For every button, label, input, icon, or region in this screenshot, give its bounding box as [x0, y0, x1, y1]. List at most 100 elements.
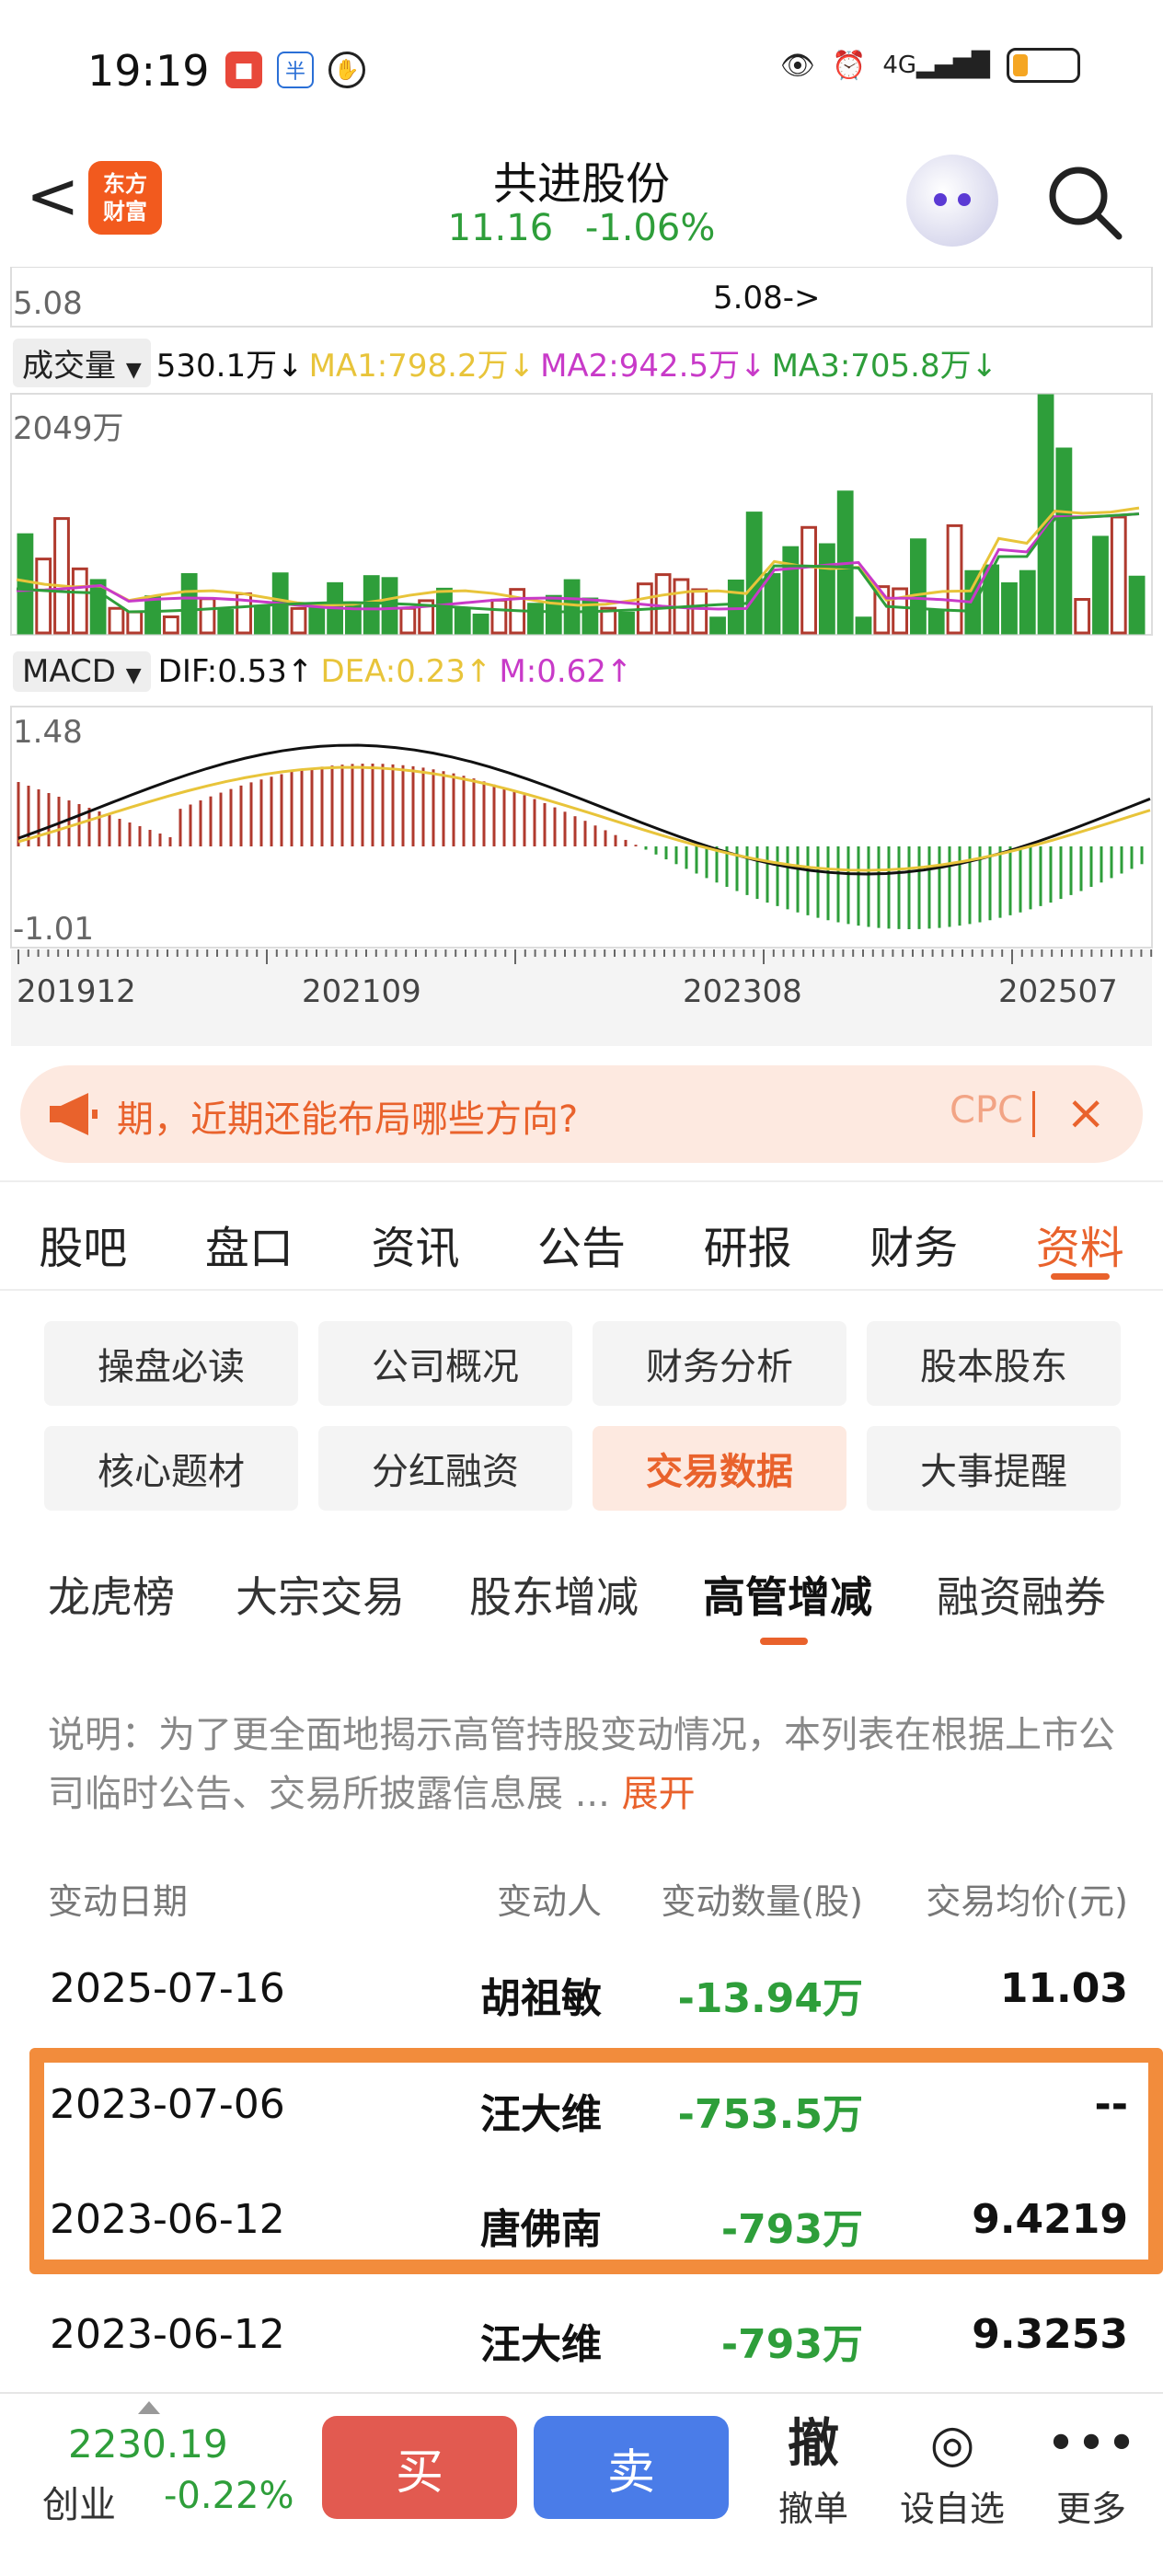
subtab-block-trade[interactable]: 大宗交易: [236, 1564, 405, 1625]
price-value: 11.16: [447, 207, 554, 249]
bottom-bar: 2230.19 创业 -0.22% 买 卖 撤 撤单 ◎ 设自选 ••• 更多: [0, 2392, 1163, 2576]
col-price: 交易均价(元): [926, 1881, 1128, 1922]
section-financial-analysis[interactable]: 财务分析: [593, 1321, 846, 1406]
tab-pankou[interactable]: 盘口: [167, 1182, 333, 1289]
more-icon: •••: [1045, 2414, 1137, 2474]
table-row[interactable]: 2023-06-12 汪大维 -793万 9.3253: [0, 2283, 1163, 2385]
table-header: 变动日期 变动人 变动数量(股) 交易均价(元): [0, 1873, 1163, 1928]
cancel-order-label: 撤单: [777, 2489, 848, 2529]
x-label-1: 201912: [17, 973, 136, 1010]
volume-bar: [53, 517, 70, 635]
volume-bar: [983, 564, 1000, 635]
volume-selector[interactable]: 成交量 ▼: [13, 339, 151, 387]
tab-announcements[interactable]: 公告: [499, 1182, 665, 1289]
main-tabs: 股吧 盘口 资讯 公告 研报 财务 资料: [0, 1180, 1163, 1291]
stock-header: < 东方 财富 共进股份 11.16 -1.06%: [0, 138, 1163, 267]
volume-bar: [654, 573, 672, 635]
app-notification-icon: ■: [225, 52, 262, 88]
assistant-robot-icon[interactable]: [906, 155, 998, 247]
dea-value: DEA:0.23↑: [320, 653, 492, 690]
price-change: -1.06%: [584, 207, 716, 249]
promo-fade-text: CPC: [950, 1089, 1023, 1132]
expand-link[interactable]: 展开: [622, 1773, 696, 1815]
tab-research[interactable]: 研报: [664, 1182, 831, 1289]
section-trading-data[interactable]: 交易数据: [593, 1426, 846, 1511]
volume-bar: [399, 606, 417, 635]
volume-bar: [108, 606, 125, 635]
volume-bar: [199, 597, 216, 635]
volume-bar: [17, 533, 34, 635]
index-value[interactable]: 2230.19: [68, 2421, 228, 2467]
volume-value: 530.1万↓: [155, 348, 304, 385]
section-shareholders[interactable]: 股本股东: [867, 1321, 1121, 1406]
alarm-icon: ⏰: [831, 49, 867, 82]
tab-guba[interactable]: 股吧: [0, 1182, 167, 1289]
volume-bar: [563, 579, 581, 635]
cancel-order-icon: 撤: [788, 2414, 839, 2474]
x-label-4: 202507: [998, 973, 1118, 1010]
section-company-overview[interactable]: 公司概况: [318, 1321, 572, 1406]
gesture-icon: ✋: [328, 52, 365, 88]
table-row[interactable]: 2025-07-16 胡祖敏 -13.94万 11.03: [0, 1938, 1163, 2039]
row-date: 2025-07-16: [50, 1965, 285, 2012]
volume-bar: [800, 525, 817, 635]
subtab-indicator: [760, 1638, 808, 1645]
profile-sections: 操盘必读 公司概况 财务分析 股本股东 核心题材 分红融资 交易数据 大事提醒: [44, 1321, 1121, 1511]
row-qty: -13.94万: [677, 1975, 863, 2022]
section-dividends[interactable]: 分红融资: [318, 1426, 572, 1511]
index-name[interactable]: 创业: [42, 2475, 116, 2528]
volume-bar: [144, 595, 161, 635]
status-notifications: ■ 半 ✋: [225, 52, 365, 88]
col-qty: 变动数量(股): [661, 1881, 863, 1922]
volume-bar: [1019, 569, 1036, 635]
add-watchlist-button[interactable]: ◎ 设自选: [897, 2412, 1008, 2531]
more-button[interactable]: ••• 更多: [1036, 2412, 1146, 2531]
subtab-dragon-tiger[interactable]: 龙虎榜: [48, 1564, 175, 1625]
volume-bar: [618, 611, 635, 635]
add-watchlist-label: 设自选: [899, 2489, 1005, 2529]
row-date: 2023-06-12: [50, 2311, 285, 2358]
sell-button[interactable]: 卖: [534, 2416, 729, 2519]
kline-chart[interactable]: 5.08 5.08-> 成交量 ▼ 530.1万↓ MA1:798.2万↓ MA…: [0, 267, 1163, 1049]
tab-profile[interactable]: 资料: [996, 1182, 1163, 1289]
volume-bar: [162, 615, 179, 635]
volume-bar: [727, 579, 744, 635]
row-price: 11.03: [999, 1965, 1128, 2012]
volume-bar: [1055, 447, 1073, 635]
signal-icon: 4G▂▄▆█: [882, 52, 990, 79]
volume-bar: [290, 606, 307, 635]
subtab-shareholder-change[interactable]: 股东增减: [469, 1564, 639, 1625]
search-icon[interactable]: [1043, 161, 1126, 244]
expand-caret-icon[interactable]: [138, 2401, 160, 2414]
m-value: M:0.62↑: [499, 653, 633, 690]
macd-min-label: -1.01: [13, 911, 94, 948]
eye-icon: 👁: [779, 49, 815, 82]
cancel-order-button[interactable]: 撤 撤单: [758, 2412, 869, 2531]
more-label: 更多: [1055, 2489, 1126, 2529]
tab-finance[interactable]: 财务: [831, 1182, 997, 1289]
volume-bar: [1110, 515, 1127, 635]
promo-banner[interactable]: 期，近期还能布局哪些方向? CPC ×: [20, 1065, 1143, 1163]
volume-bar: [691, 588, 708, 635]
section-core-themes[interactable]: 核心题材: [44, 1426, 298, 1511]
ma3-value: MA3:705.8万↓: [771, 348, 998, 385]
price-marker: 5.08->: [713, 280, 821, 316]
x-label-2: 202109: [302, 973, 421, 1010]
subtab-margin[interactable]: 融资融券: [937, 1564, 1106, 1625]
trading-data-tabs: 龙虎榜 大宗交易 股东增减 高管增减 融资融券: [0, 1555, 1163, 1656]
promo-text: 期，近期还能布局哪些方向?: [117, 1098, 579, 1141]
app-notification-icon-2: 半: [277, 52, 314, 88]
volume-bar: [527, 603, 544, 635]
tab-news[interactable]: 资讯: [332, 1182, 499, 1289]
section-events[interactable]: 大事提醒: [867, 1426, 1121, 1511]
volume-bar: [764, 572, 781, 635]
close-icon[interactable]: ×: [1065, 1086, 1106, 1141]
row-person: 汪大维: [480, 2321, 602, 2368]
index-change[interactable]: -0.22%: [164, 2475, 294, 2517]
buy-button[interactable]: 买: [322, 2416, 517, 2519]
macd-selector[interactable]: MACD ▼: [13, 651, 151, 692]
volume-bar: [35, 558, 52, 635]
subtab-executive-change[interactable]: 高管增减: [703, 1564, 872, 1625]
ma1-value: MA1:798.2万↓: [308, 348, 535, 385]
section-must-read[interactable]: 操盘必读: [44, 1321, 298, 1406]
